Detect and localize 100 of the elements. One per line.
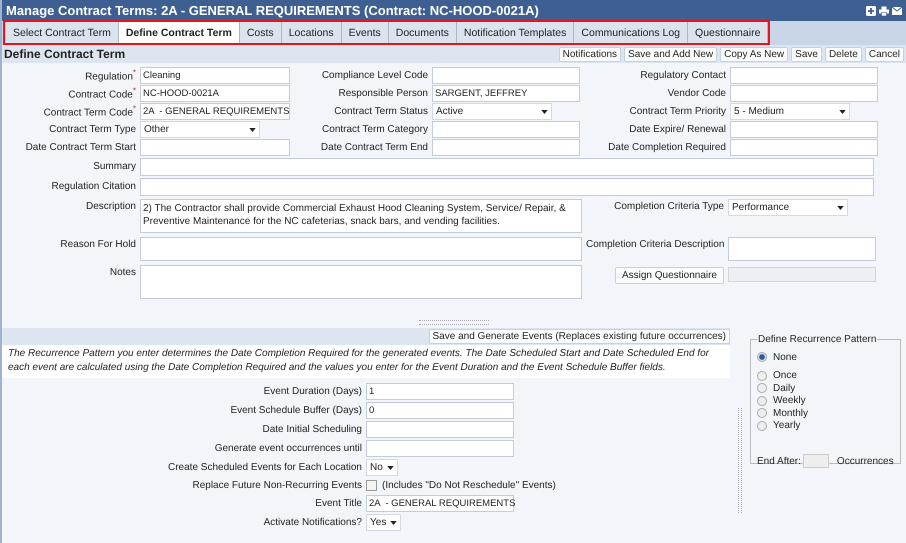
tab[interactable]: Communications Log (574, 22, 688, 43)
field-label: Description (84, 200, 136, 214)
field-label: Contract Code$^{*}$ (67, 86, 136, 101)
recurrence-note: The Recurrence Pattern you enter determines the Date Completion Required for the generated events. The Date Scheduled Start and Date Scheduled End for each event are calculated using the Date Completion Required and the values you enter for the Event Duration and the Event Schedule Buffer fields. (2, 345, 730, 378)
tab[interactable]: Select Contract Term (6, 22, 119, 43)
tab[interactable]: Locations (282, 22, 342, 43)
section-title: Define Contract Term (4, 47, 126, 61)
dropdown[interactable]: Yes (366, 514, 402, 531)
input-field[interactable]: 2A - GENERAL REQUIREMENTS (366, 495, 514, 512)
assign-questionnaire-button[interactable]: Assign Questionnaire (614, 267, 724, 284)
field-label: Contract Term Priority (628, 106, 726, 117)
splitter-handle[interactable] (738, 408, 742, 513)
input-field[interactable] (432, 121, 580, 138)
print-icon[interactable] (879, 6, 889, 16)
tab[interactable]: Events (342, 22, 389, 43)
email-icon[interactable] (892, 6, 902, 14)
tab[interactable]: Documents (388, 22, 457, 43)
text-area[interactable]: 2) The Contractor shall provide Commercial Exhaust Hood Cleaning System, Service/ Repair, & Preventive Maintenance for the NC cafeterias, snack bars, and vending facilities. (140, 199, 582, 233)
generate-events-button[interactable]: Save and Generate Events (Replaces existing future occurrences) (428, 329, 730, 344)
toolbar-button[interactable]: Cancel (864, 46, 904, 62)
dropdown[interactable]: Active (432, 103, 552, 120)
input-field[interactable] (730, 139, 878, 156)
radio-option[interactable]: Monthly (757, 407, 894, 420)
caret-icon (541, 110, 548, 114)
field-label: Occurrences (836, 456, 894, 466)
input-field[interactable] (140, 158, 874, 176)
field-label: Compliance Level Code (320, 70, 428, 81)
input-field[interactable]: 1 (366, 383, 514, 400)
field-label: Event Title (314, 497, 362, 511)
field-label: Replace Future Non-Recurring Events (191, 479, 362, 493)
field-label: Date Contract Term End (320, 142, 428, 153)
field-label: Date Contract Term Start (24, 142, 136, 153)
field-label: Contract Term Code$^{*}$ (42, 104, 136, 119)
field-label: Contract Term Type (48, 124, 136, 135)
radio-option[interactable]: None (757, 351, 894, 364)
field-label: Notes (108, 266, 136, 280)
field-label: Regulatory Contact (639, 70, 726, 81)
field-label: Date Completion Required (607, 142, 726, 153)
field-label: Vendor Code (666, 88, 726, 99)
caret-icon (386, 466, 394, 470)
caret-icon (249, 128, 256, 132)
toolbar-button[interactable]: Delete (824, 46, 862, 62)
dropdown[interactable]: 5 - Medium (730, 103, 850, 120)
input-field[interactable] (432, 67, 580, 84)
dropdown[interactable]: Other (140, 121, 260, 138)
input-field[interactable] (730, 85, 878, 102)
splitter-handle[interactable] (419, 320, 489, 325)
input-field[interactable] (140, 139, 290, 156)
tab[interactable]: Define Contract Term (118, 22, 240, 43)
add-icon[interactable] (866, 6, 876, 16)
input-field[interactable]: 0 (366, 402, 514, 419)
radio-option[interactable]: Once (757, 370, 894, 382)
input-field[interactable]: 2A - GENERAL REQUIREMENTS (140, 103, 290, 120)
input-field[interactable] (432, 139, 580, 156)
input-field[interactable] (366, 440, 514, 457)
radio-option[interactable]: Daily (757, 382, 894, 394)
caret-icon (390, 520, 398, 524)
text-area[interactable] (140, 237, 582, 261)
radio-option[interactable]: Weekly (757, 394, 894, 407)
field-label: Completion Criteria Type (613, 200, 724, 214)
field-label: Event Schedule Buffer (Days) (229, 404, 362, 418)
toolbar-button[interactable]: Notifications (558, 46, 622, 62)
input-field[interactable] (140, 178, 874, 196)
field-label: Date Expire/ Renewal (628, 124, 726, 135)
dropdown[interactable]: Performance (728, 199, 848, 216)
checkbox-note: (Includes "Do Not Reschedule" Events) (382, 480, 556, 491)
field-label: Regulation Citation (50, 181, 136, 192)
input-field[interactable]: Cleaning (140, 67, 290, 84)
field-label: Responsible Person (338, 88, 428, 99)
radio-option[interactable]: Yearly (757, 420, 894, 432)
field-label: Generate event occurrences until (214, 442, 362, 456)
input-field[interactable]: NC-HOOD-0021A (140, 85, 290, 102)
input-field[interactable] (730, 67, 878, 84)
checkbox[interactable] (366, 480, 377, 491)
field-label: Reason For Hold (59, 238, 136, 252)
tab[interactable]: Questionnaire (688, 22, 768, 43)
caret-icon (837, 206, 844, 210)
input-field[interactable]: SARGENT, JEFFREY (432, 85, 580, 102)
tab[interactable]: Costs (240, 22, 282, 43)
toolbar-button[interactable]: Copy As New (720, 46, 788, 62)
field-label: Contract Term Status (333, 106, 428, 117)
field-label: Date Initial Scheduling (261, 423, 362, 437)
input-field[interactable] (802, 454, 829, 468)
field-label: Summary (92, 161, 136, 172)
input-field[interactable] (366, 421, 514, 438)
caret-icon (839, 110, 846, 114)
field-label: Event Duration (Days) (262, 385, 362, 399)
field-label: Activate Notifications? (262, 516, 362, 530)
input-field[interactable] (730, 121, 878, 138)
text-area[interactable] (140, 265, 582, 299)
window-title: Manage Contract Terms: 2A - GENERAL REQUIREMENTS (Contract: NC-HOOD-0021A) (6, 3, 539, 18)
toolbar-button[interactable]: Save and Add New (624, 46, 718, 62)
field-label: Completion Criteria Description (586, 238, 724, 252)
field-label: Regulation$^{*}$ (84, 68, 136, 83)
field-label: Contract Term Category (321, 124, 428, 135)
dropdown[interactable]: No (366, 459, 398, 476)
text-area[interactable] (728, 237, 876, 261)
field-label: End After: (757, 456, 801, 466)
toolbar-button[interactable]: Save (791, 46, 822, 62)
tab[interactable]: Notification Templates (456, 22, 574, 43)
